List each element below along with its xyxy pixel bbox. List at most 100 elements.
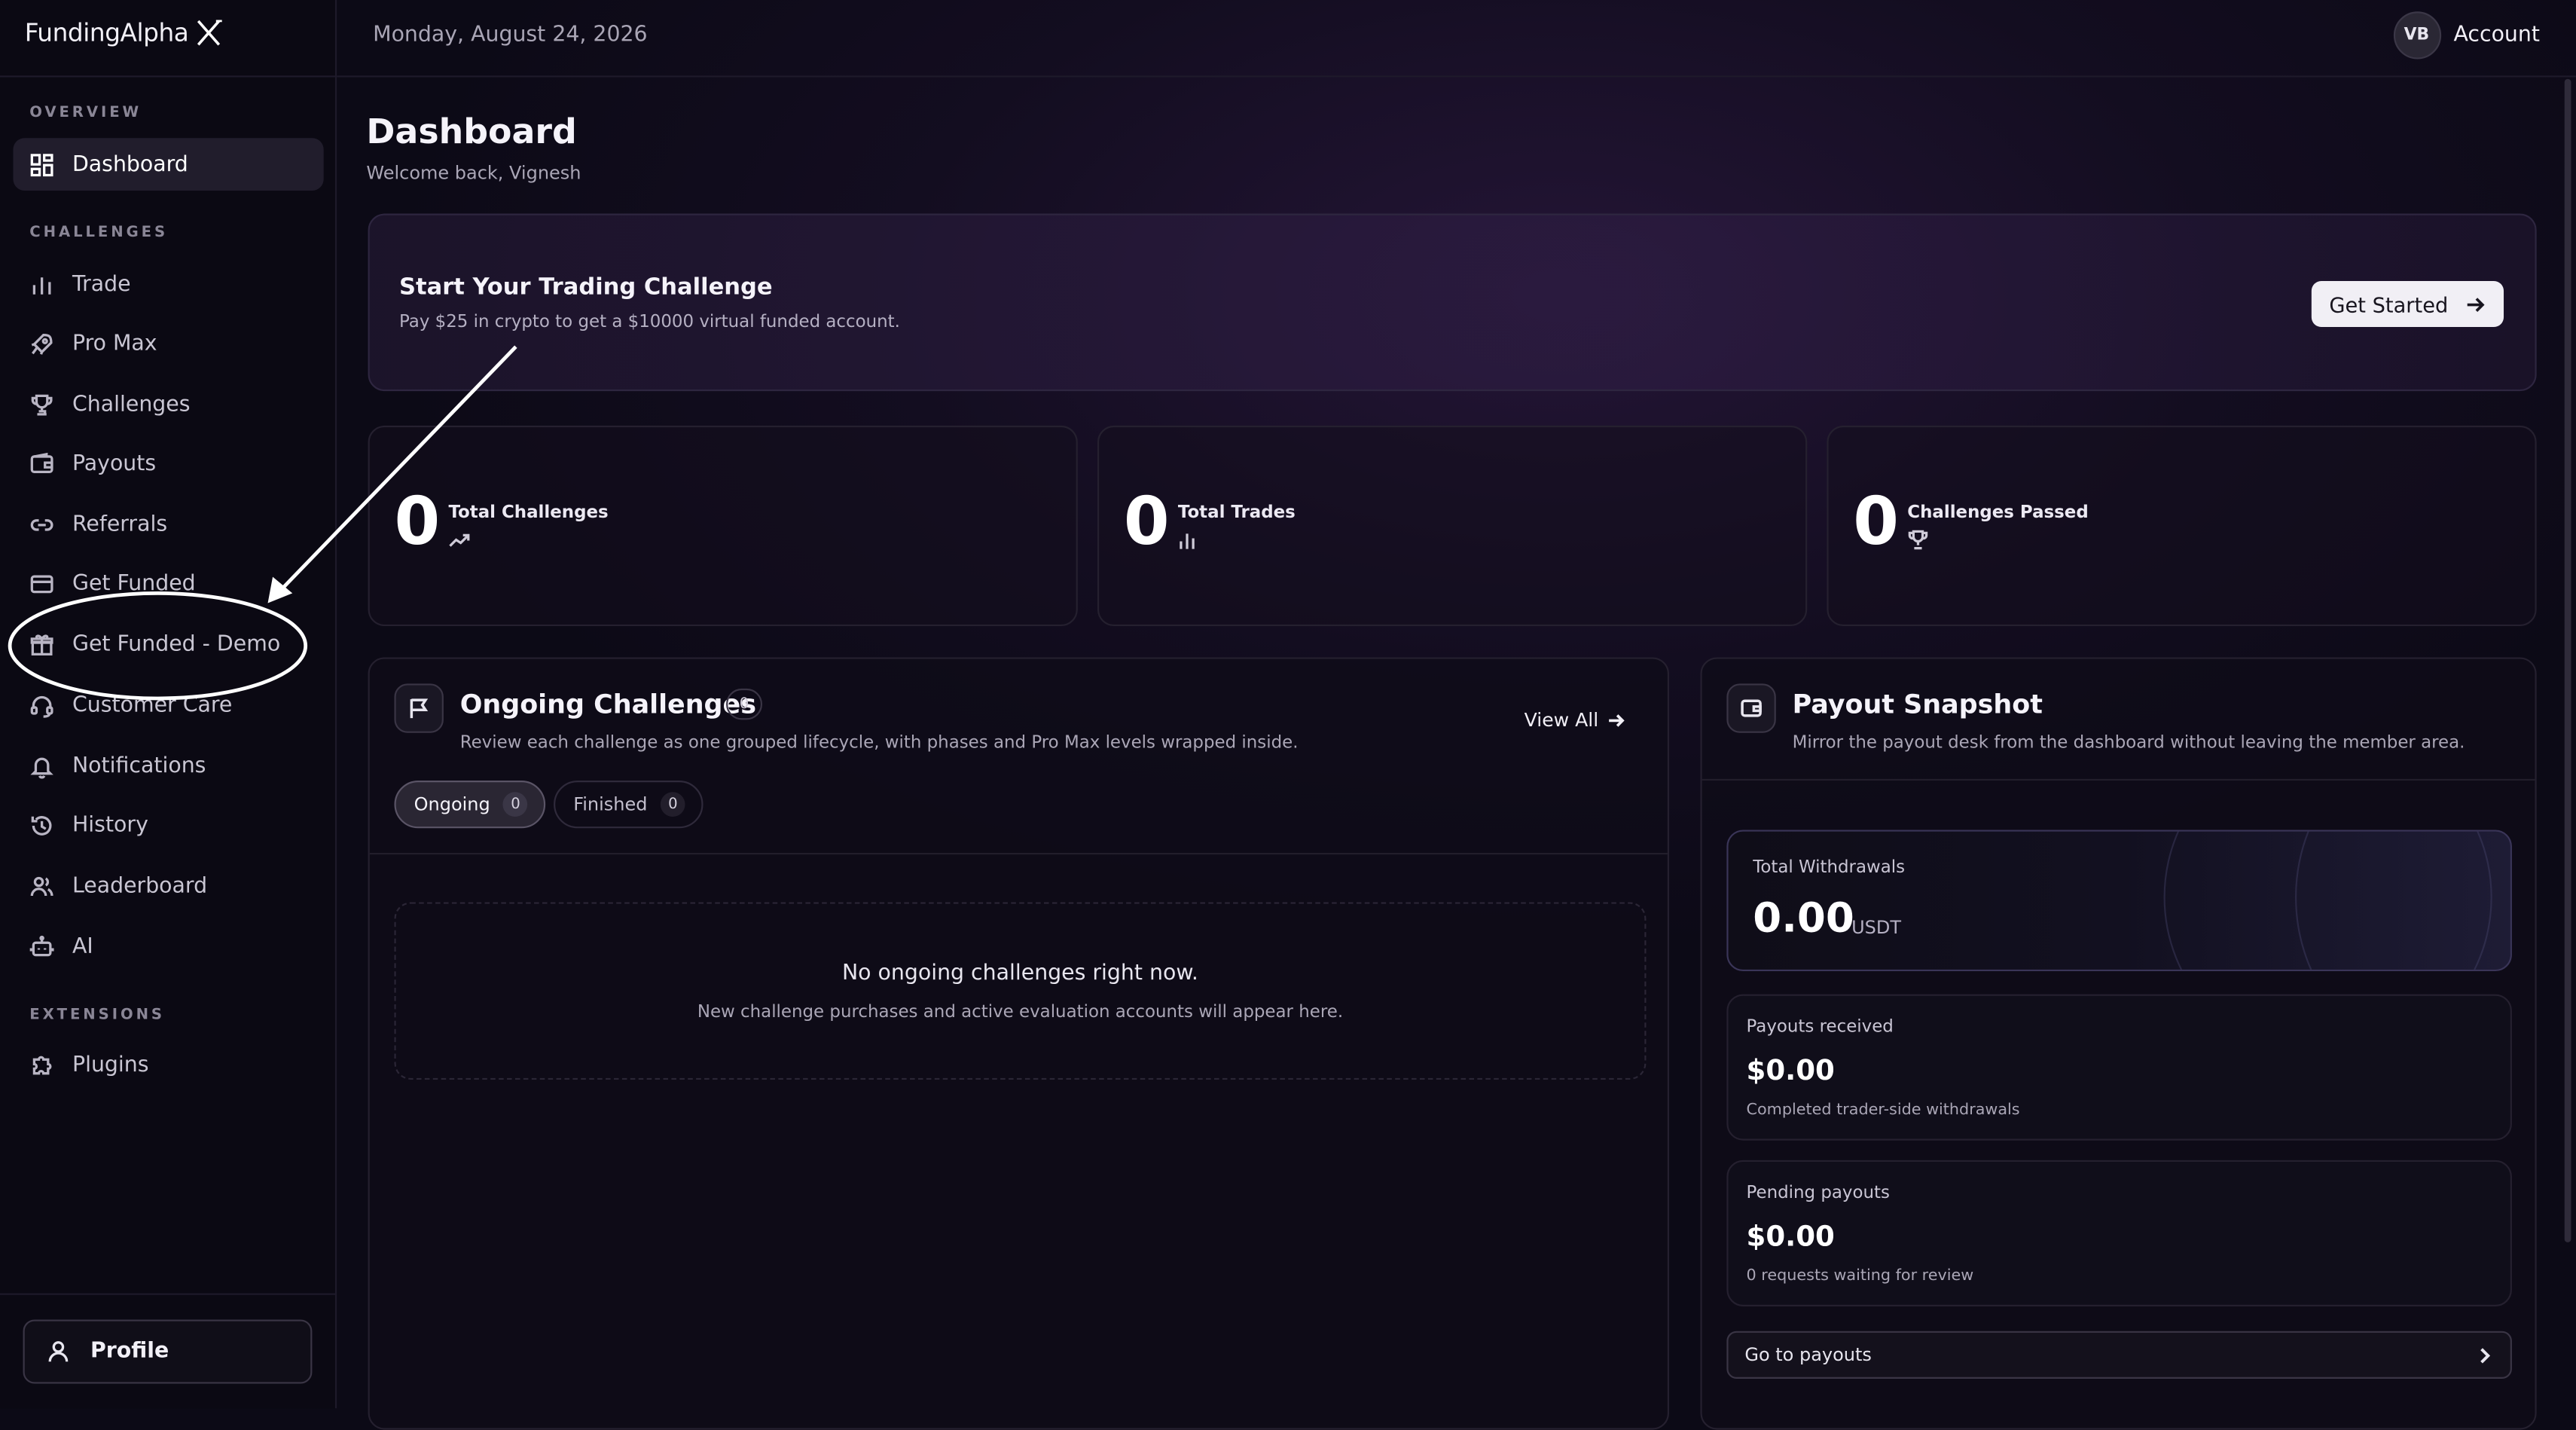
- sidebar-item-ai[interactable]: AI: [13, 920, 323, 973]
- history-icon: [31, 815, 52, 835]
- grid-icon: [30, 153, 53, 176]
- sidebar-item-customer-care[interactable]: Customer Care: [13, 679, 323, 732]
- sidebar-item-leaderboard[interactable]: Leaderboard: [13, 860, 323, 912]
- sidebar-item-payouts[interactable]: Payouts: [13, 437, 323, 490]
- payouts-received-note: Completed trader-side withdrawals: [1746, 1101, 2020, 1120]
- sidebar-item-label: Get Funded - Demo: [72, 631, 281, 657]
- puzzle-icon: [32, 1055, 52, 1074]
- tab-count: 0: [660, 792, 685, 817]
- sidebar-item-get-funded-demo[interactable]: Get Funded - Demo: [13, 618, 323, 671]
- empty-state: No ongoing challenges right now. New cha…: [394, 902, 1647, 1080]
- pending-payouts-note: 0 requests waiting for review: [1746, 1267, 1974, 1285]
- wallet-icon: [30, 451, 53, 472]
- stat-label: Total Challenges: [448, 503, 609, 523]
- sidebar-item-label: History: [72, 812, 148, 838]
- account-menu[interactable]: VB Account: [2392, 11, 2541, 60]
- flag-icon: [410, 698, 429, 719]
- banner-subtitle: Pay $25 in crypto to get a $10000 virtua…: [399, 312, 900, 332]
- bot-icon: [29, 934, 54, 956]
- sidebar-item-label: Trade: [72, 271, 131, 297]
- go-to-payouts-label: Go to payouts: [1744, 1344, 1872, 1366]
- user-icon: [48, 1341, 69, 1362]
- arrow-right-icon: [2468, 297, 2486, 311]
- panel-title: Ongoing Challenges: [459, 688, 756, 720]
- sidebar-item-pro-max[interactable]: Pro Max: [13, 317, 323, 370]
- sidebar-item-plugins[interactable]: Plugins: [13, 1038, 323, 1091]
- panel-subtitle: Mirror the payout desk from the dashboar…: [1792, 732, 2465, 753]
- flag-icon: [394, 683, 444, 733]
- total-withdrawals-amount: 0.00: [1753, 894, 1854, 942]
- sidebar-item-history[interactable]: History: [13, 799, 323, 851]
- pending-payouts-card: Pending payouts $0.00 0 requests waiting…: [1726, 1160, 2512, 1306]
- panel-subtitle: Review each challenge as one grouped lif…: [459, 732, 1299, 753]
- view-all-link[interactable]: View All: [1525, 708, 1625, 732]
- payouts-received-card: Payouts received $0.00 Completed trader-…: [1726, 994, 2512, 1141]
- trending-up-icon: [449, 533, 470, 547]
- stat-card-total-challenges: 0 Total Challenges: [368, 425, 1078, 627]
- total-withdrawals-label: Total Withdrawals: [1753, 857, 1906, 878]
- go-to-payouts-button[interactable]: Go to payouts: [1726, 1331, 2512, 1379]
- payout-snapshot-panel: Payout Snapshot Mirror the payout desk f…: [1700, 657, 2537, 1430]
- payouts-received-amount: $0.00: [1746, 1055, 1835, 1088]
- sidebar-item-challenges[interactable]: Challenges: [13, 378, 323, 431]
- ongoing-challenges-panel: Ongoing Challenges 0 Review each challen…: [368, 657, 1670, 1430]
- sidebar-item-label: Leaderboard: [72, 873, 208, 898]
- count-badge: 0: [726, 688, 763, 720]
- brand-logo[interactable]: FundingAlpha: [25, 18, 223, 47]
- profile-button[interactable]: Profile: [23, 1319, 313, 1384]
- brand-name: FundingAlpha: [24, 17, 189, 48]
- sidebar-item-notifications[interactable]: Notifications: [13, 740, 323, 793]
- payouts-received-label: Payouts received: [1746, 1017, 1894, 1037]
- sidebar-item-label: Payouts: [72, 451, 157, 476]
- stat-card-challenges-passed: 0 Challenges Passed: [1827, 425, 2537, 627]
- currency-unit: USDT: [1851, 917, 1902, 939]
- empty-state-subtitle: New challenge purchases and active evalu…: [697, 1002, 1344, 1022]
- view-all-label: View All: [1524, 708, 1599, 732]
- sidebar-item-dashboard[interactable]: Dashboard: [13, 138, 324, 191]
- empty-state-title: No ongoing challenges right now.: [841, 961, 1198, 986]
- decorative-ring: [2295, 831, 2510, 970]
- sidebar-item-label: Pro Max: [72, 331, 157, 356]
- divider: [0, 75, 337, 78]
- section-label-challenges: CHALLENGES: [29, 225, 169, 242]
- sidebar-item-label: Referrals: [72, 512, 168, 537]
- current-date: Monday, August 24, 2026: [373, 23, 648, 48]
- stat-value: 0: [1853, 484, 1900, 561]
- tab-finished[interactable]: Finished 0: [554, 781, 704, 829]
- challenge-banner: Start Your Trading Challenge Pay $25 in …: [368, 213, 2537, 392]
- sidebar-item-referrals[interactable]: Referrals: [13, 498, 323, 551]
- tab-ongoing[interactable]: Ongoing 0: [394, 781, 546, 829]
- sidebar-item-get-funded[interactable]: Get Funded: [13, 557, 323, 610]
- banner-title: Start Your Trading Challenge: [399, 274, 773, 301]
- page-title: Dashboard: [366, 112, 577, 151]
- topbar: Monday, August 24, 2026 VB Account: [337, 0, 2576, 78]
- sidebar-item-label: Challenges: [72, 392, 191, 417]
- trophy-icon: [31, 393, 53, 415]
- tab-label: Ongoing: [414, 793, 490, 815]
- get-started-button[interactable]: Get Started: [2311, 280, 2504, 328]
- x-mark-icon: [197, 20, 222, 46]
- panel-title: Payout Snapshot: [1792, 688, 2043, 720]
- sidebar-item-label: AI: [72, 933, 93, 959]
- tab-count: 0: [503, 792, 528, 817]
- gift-icon: [30, 634, 53, 655]
- section-label-overview: OVERVIEW: [29, 105, 142, 122]
- account-label: Account: [2453, 23, 2541, 48]
- sidebar-item-label: Get Funded: [72, 570, 196, 596]
- divider: [369, 853, 1668, 855]
- users-icon: [30, 875, 53, 896]
- bell-icon: [30, 756, 53, 778]
- get-started-label: Get Started: [2329, 292, 2449, 316]
- sidebar-item-label: Notifications: [72, 753, 206, 778]
- tab-label: Finished: [573, 793, 648, 815]
- sidebar-item-trade[interactable]: Trade: [13, 258, 323, 310]
- divider: [0, 1293, 337, 1295]
- scrollbar[interactable]: [2564, 78, 2571, 1242]
- stat-card-total-trades: 0 Total Trades: [1097, 425, 1808, 627]
- rocket-icon: [31, 332, 53, 354]
- divider: [1702, 778, 2535, 781]
- wallet-icon: [1741, 699, 1762, 717]
- bar-chart-icon: [32, 277, 51, 294]
- stat-value: 0: [394, 484, 441, 561]
- stat-label: Total Trades: [1177, 503, 1296, 523]
